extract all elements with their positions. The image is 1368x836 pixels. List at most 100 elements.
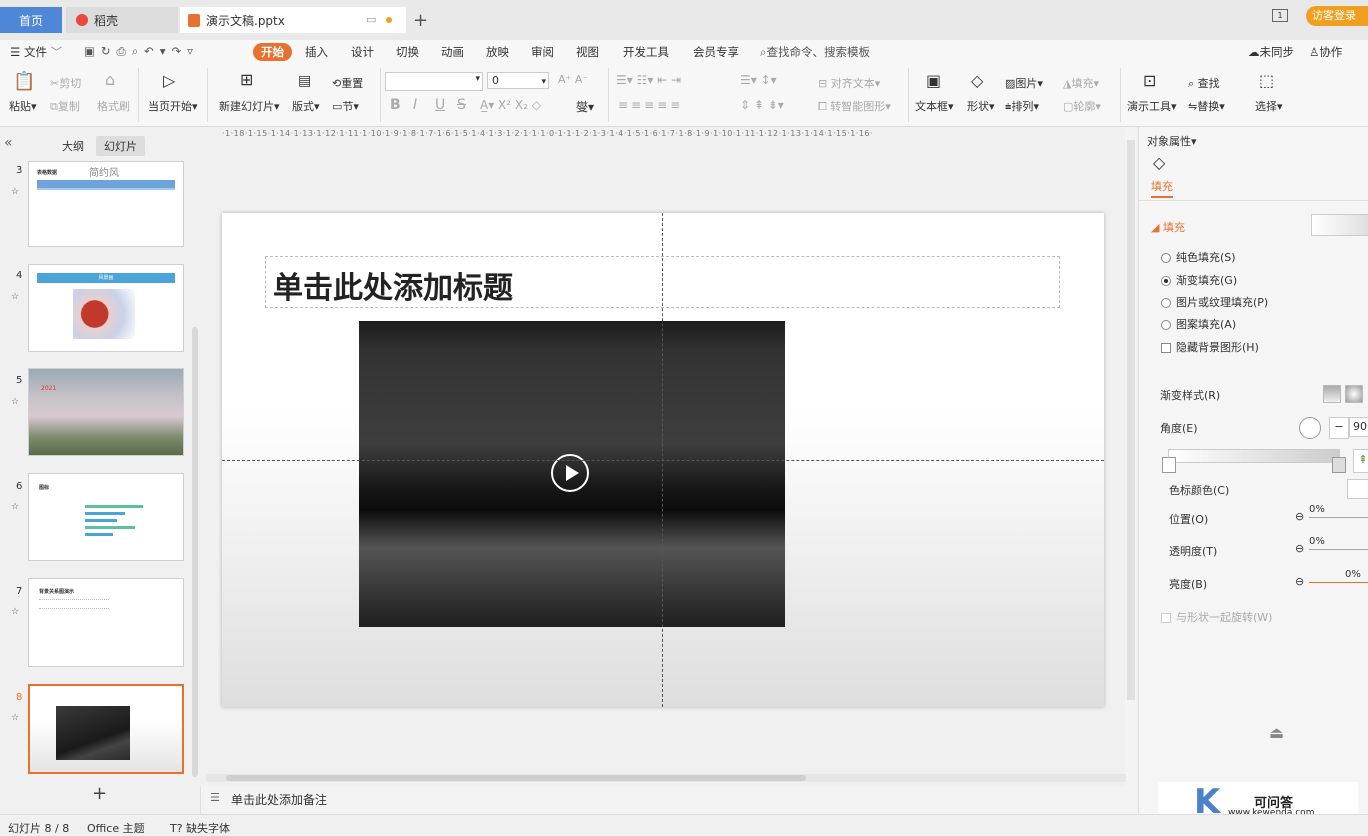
tab-member[interactable]: 会员专享 [693,44,739,60]
panel-scrollbar[interactable] [192,327,198,777]
gradient-style-swatch[interactable] [1345,385,1363,403]
align-text-button[interactable]: ⊟ 对齐文本▾ [818,75,880,91]
italic-button[interactable]: I [413,97,417,113]
command-search[interactable]: ⌕查找命令、搜索模板 [760,44,870,60]
tab-review[interactable]: 审阅 [531,44,554,60]
hide-bg-checkbox[interactable]: 隐藏背景图形(H) [1161,339,1259,355]
shape-button[interactable]: 形状▾ [967,98,995,114]
tab-home[interactable]: 首页 [0,7,62,33]
video-object[interactable] [359,321,785,627]
tab-slides[interactable]: 幻灯片 [96,136,145,156]
fill-button[interactable]: ◮填充▾ [1063,75,1099,91]
find-button[interactable]: ⌕ 查找 [1188,75,1220,91]
slide-thumbnail-6[interactable]: 图标 [28,473,184,561]
rotate-with-shape-checkbox[interactable]: 与形状一起旋转(W) [1161,609,1272,625]
fill-preview-dropdown[interactable] [1311,214,1368,236]
gradient-fill-radio[interactable]: 渐变填充(G) [1161,272,1237,288]
tab-insert[interactable]: 插入 [305,44,328,60]
transparency-minus-icon[interactable]: ⊖ [1295,542,1304,555]
paste-button[interactable]: 粘贴▾ [9,98,37,114]
panel-toggle-icon[interactable]: ⏏ [1269,723,1284,742]
line-spacing-icons[interactable]: ☰▾ ↕▾ [740,73,777,87]
unsync-status[interactable]: ☁未同步 [1248,44,1294,60]
new-tab-plus-icon[interactable]: + [413,10,428,31]
gradient-stop-right[interactable] [1332,457,1346,473]
collapse-panel-icon[interactable]: « [4,135,13,151]
tab-design[interactable]: 设计 [351,44,374,60]
fill-tab[interactable]: 填充 [1151,178,1173,198]
horizontal-scrollbar[interactable] [206,774,1126,782]
tab-transition[interactable]: 切换 [396,44,419,60]
shape-icon[interactable]: ◇ [971,71,983,90]
slide-thumbnail-8[interactable] [28,684,184,774]
canvas-scrollbar[interactable] [1127,140,1135,700]
outline-button[interactable]: ▢轮廓▾ [1063,98,1101,114]
slide-thumbnail-7[interactable]: 背景关系图演示 [28,578,184,667]
quick-access-icons[interactable]: ▣↻⎙⌕↶▾↷▿ [84,44,199,59]
layout-icon[interactable]: ▤ [298,73,311,89]
slide-thumbnail-4[interactable]: 风景画 [28,264,184,352]
tab-start[interactable]: 开始 [253,43,292,61]
new-slide-button[interactable]: 新建幻灯片▾ [219,98,280,114]
collab-button[interactable]: ♙协作 [1309,44,1342,60]
fill-section-header[interactable]: ◢ 填充 [1151,219,1185,235]
format-painter-button[interactable]: 格式刷 [97,98,130,114]
phonetic-icon[interactable]: 燮▾ [576,98,594,115]
font-name-select[interactable]: ▾ [385,72,483,91]
new-slide-icon[interactable]: ⊞ [240,70,253,89]
reset-button[interactable]: ⟲重置 [332,75,363,91]
textbox-icon[interactable]: ▣ [926,71,941,90]
angle-decrement-button[interactable]: − [1329,417,1349,439]
gradient-stop-left[interactable] [1162,457,1176,473]
panel-layout-icon[interactable]: 1 [1272,9,1288,22]
layout-button[interactable]: 版式▾ [292,98,320,114]
gradient-style-swatch[interactable] [1323,385,1341,403]
picture-button[interactable]: ▨图片▾ [1005,75,1043,91]
position-slider[interactable] [1309,517,1368,518]
font-effects-icons[interactable]: A̲▾ X² X₂ ◇ [480,98,541,112]
present-tools-icon[interactable]: ⊡ [1143,71,1156,90]
fill-bucket-icon[interactable]: ◇ [1153,153,1165,172]
play-from-current-icon[interactable]: ▷ [163,71,175,90]
add-stop-button[interactable]: ⇞ [1353,449,1368,473]
smart-shape-button[interactable]: ⧠ 转智能图形▾ [818,98,891,114]
picture-fill-radio[interactable]: 图片或纹理填充(P) [1161,294,1268,310]
copy-button[interactable]: ⧉复制 [50,98,80,114]
tab-outline[interactable]: 大纲 [62,138,84,154]
arrange-button[interactable]: ⩧排列▾ [1005,98,1039,114]
tab-developer[interactable]: 开发工具 [623,44,669,60]
present-tools-button[interactable]: 演示工具▾ [1127,98,1177,114]
transparency-slider[interactable] [1309,549,1368,550]
strike-button[interactable]: S [457,97,466,113]
section-button[interactable]: ▭节▾ [332,98,359,114]
tab-slideshow[interactable]: 放映 [486,44,509,60]
list-icons[interactable]: ☰▾ ☷▾ ⇤ ⇥ [616,73,681,87]
spacing-icons[interactable]: ⇕ ⇞ ⇟▾ [740,98,784,112]
file-menu[interactable]: ☰ 文件 ﹀ [10,44,62,60]
pattern-fill-radio[interactable]: 图案填充(A) [1161,316,1236,332]
paragraph-align-icons[interactable]: ≡≡≡≡≡ [618,98,683,112]
font-size-select[interactable]: 0 ▾ [487,72,549,89]
tab-daoke[interactable]: 稻壳 [66,7,178,33]
tab-document[interactable]: 演示文稿.pptx ▭ [180,7,406,33]
bold-button[interactable]: B [390,97,401,113]
position-minus-icon[interactable]: ⊖ [1295,510,1304,523]
brightness-minus-icon[interactable]: ⊖ [1295,575,1304,588]
textbox-button[interactable]: 文本框▾ [915,98,954,114]
play-from-current-button[interactable]: 当页开始▾ [148,98,198,114]
gradient-bar[interactable] [1168,449,1340,463]
paste-icon[interactable]: 📋 [13,71,35,92]
add-slide-button[interactable]: + [92,783,107,804]
notes-area[interactable]: ☰ 单击此处添加备注 [206,786,1126,812]
current-slide[interactable]: 单击此处添加标题 [222,213,1104,707]
angle-dial-icon[interactable] [1299,417,1321,439]
select-button[interactable]: 选择▾ [1255,98,1283,114]
tab-animation[interactable]: 动画 [441,44,464,60]
brush-icon[interactable]: ⌂ [105,70,115,89]
grow-font-icon[interactable]: A⁺ A⁻ [558,73,588,86]
guest-login-button[interactable]: 访客登录 [1306,6,1368,26]
panel-header[interactable]: 对象属性▾ [1147,133,1197,149]
underline-button[interactable]: U [435,97,445,113]
select-icon[interactable]: ⬚ [1259,71,1274,90]
brightness-slider[interactable] [1309,582,1368,583]
